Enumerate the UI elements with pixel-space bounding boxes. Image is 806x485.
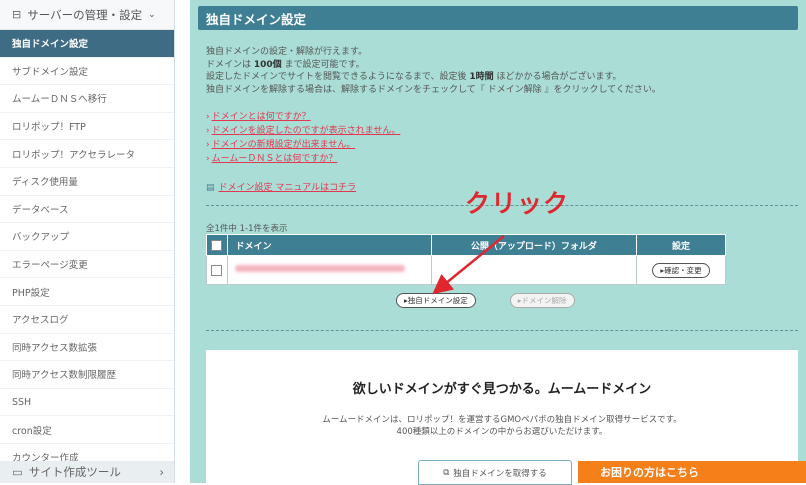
desc-line-2: ドメインは 100個 まで設定可能です。 bbox=[206, 59, 365, 70]
annotation-arrow bbox=[432, 235, 505, 295]
server-icon: ⊟ bbox=[12, 8, 22, 21]
help-link[interactable]: ムームーＤＮＳとは何ですか？ bbox=[206, 152, 400, 166]
sidebar-item[interactable]: データベース bbox=[0, 196, 174, 224]
desc-line-4: 独自ドメインを解除する場合は、解除するドメインをチェックして『 ドメイン解除 』… bbox=[206, 84, 661, 95]
row-checkbox[interactable] bbox=[211, 264, 223, 276]
help-links: ドメインとは何ですか？ ドメインを設定したのですが表示されません。 ドメインの新… bbox=[206, 110, 401, 166]
sidebar: ⊟ サーバーの管理・設定 ⌄ 独自ドメイン設定 サブドメイン設定 ムームーＤＮＳへ移… bbox=[0, 0, 175, 483]
page-title: 独自ドメイン設定 bbox=[206, 11, 307, 27]
domain-cell bbox=[226, 255, 432, 285]
sidebar-item[interactable]: cron設定 bbox=[0, 416, 174, 444]
sidebar-item[interactable]: バックアップ bbox=[0, 223, 174, 251]
sidebar-item[interactable]: 同時アクセス数制限履歴 bbox=[0, 361, 174, 389]
document-icon: ▤ bbox=[206, 183, 215, 193]
desc-line-3: 設定したドメインでサイトを閲覧できるようになるまで、設定後 1時間 ほどかかる場… bbox=[206, 72, 622, 82]
manual-link[interactable]: ▤ ドメイン設定 マニュアルはコチラ bbox=[206, 180, 356, 193]
monitor-icon: ▭ bbox=[12, 465, 23, 479]
ad-desc-line-2: 400種類以上のドメインの中からお選びいただけます。 bbox=[396, 427, 608, 437]
sidebar-item[interactable]: 独自ドメイン設定 bbox=[0, 30, 174, 58]
help-link[interactable]: ドメインとは何ですか？ bbox=[206, 110, 400, 124]
sidebar-item[interactable]: ディスク使用量 bbox=[0, 168, 174, 196]
sidebar-item[interactable]: エラーページ変更 bbox=[0, 251, 174, 279]
description: 独自ドメインの設定・解除が行えます。 ドメインは 100個 まで設定可能です。 … bbox=[206, 46, 661, 96]
annotation-click-text: クリック bbox=[465, 189, 570, 218]
sidebar-item[interactable]: SSH bbox=[0, 389, 174, 417]
remove-domain-button[interactable]: ▸ドメイン解除 bbox=[509, 293, 575, 308]
ad-description: ムームードメインは、ロリポップ！を運営するGMOペパボの独自ドメイン取得サービス… bbox=[206, 414, 798, 438]
ad-desc-line-1: ムームードメインは、ロリポップ！を運営するGMOペパボの独自ドメイン取得サービス… bbox=[322, 415, 682, 425]
chevron-right-icon: › bbox=[159, 465, 164, 479]
sidebar-item[interactable]: アクセスログ bbox=[0, 306, 174, 334]
sidebar-item[interactable]: ロリポップ！アクセラレータ bbox=[0, 140, 174, 168]
help-link[interactable]: ドメインの新規設定が出来ません。 bbox=[206, 138, 400, 152]
edit-button[interactable]: ▸確認・変更 bbox=[652, 262, 710, 278]
sidebar-footer-label: サイト作成ツール bbox=[28, 465, 121, 479]
page-title-bar: 独自ドメイン設定 bbox=[198, 6, 798, 30]
select-all-cell bbox=[206, 234, 228, 256]
get-domain-label: 独自ドメインを取得する bbox=[453, 468, 547, 479]
sidebar-item[interactable]: サブドメイン設定 bbox=[0, 58, 174, 86]
get-domain-button[interactable]: ⧉ 独自ドメインを取得する bbox=[418, 460, 572, 485]
manual-link-label: ドメイン設定 マニュアルはコチラ bbox=[218, 183, 357, 193]
external-link-icon: ⧉ bbox=[443, 467, 450, 478]
sidebar-header-label: サーバーの管理・設定 bbox=[27, 7, 143, 22]
help-link[interactable]: ドメインを設定したのですが表示されません。 bbox=[206, 124, 401, 138]
sidebar-footer-tools[interactable]: ▭ サイト作成ツール › bbox=[0, 461, 174, 483]
blurred-domain bbox=[234, 265, 405, 272]
sidebar-header[interactable]: ⊟ サーバーの管理・設定 ⌄ bbox=[0, 0, 174, 30]
col-setting: 設定 bbox=[636, 234, 726, 256]
desc-line-1: 独自ドメインの設定・解除が行えます。 bbox=[206, 47, 368, 57]
row-check-cell bbox=[206, 255, 228, 285]
ad-title: 欲しいドメインがすぐ見つかる。ムームードメイン bbox=[352, 382, 652, 397]
select-all-checkbox[interactable] bbox=[211, 239, 223, 251]
result-count: 全1件中 1-1件を表示 bbox=[206, 224, 288, 234]
divider bbox=[206, 330, 798, 331]
help-button[interactable]: お困りの方はこちら bbox=[578, 461, 806, 483]
sidebar-item[interactable]: ロリポップ！FTP bbox=[0, 113, 174, 141]
setting-cell: ▸確認・変更 bbox=[636, 255, 726, 285]
sidebar-item[interactable]: ムームーＤＮＳへ移行 bbox=[0, 85, 174, 113]
col-domain: ドメイン bbox=[226, 234, 432, 256]
sidebar-item[interactable]: PHP設定 bbox=[0, 278, 174, 306]
chevron-down-icon: ⌄ bbox=[148, 9, 156, 20]
sidebar-item[interactable]: 同時アクセス数拡張 bbox=[0, 334, 174, 362]
